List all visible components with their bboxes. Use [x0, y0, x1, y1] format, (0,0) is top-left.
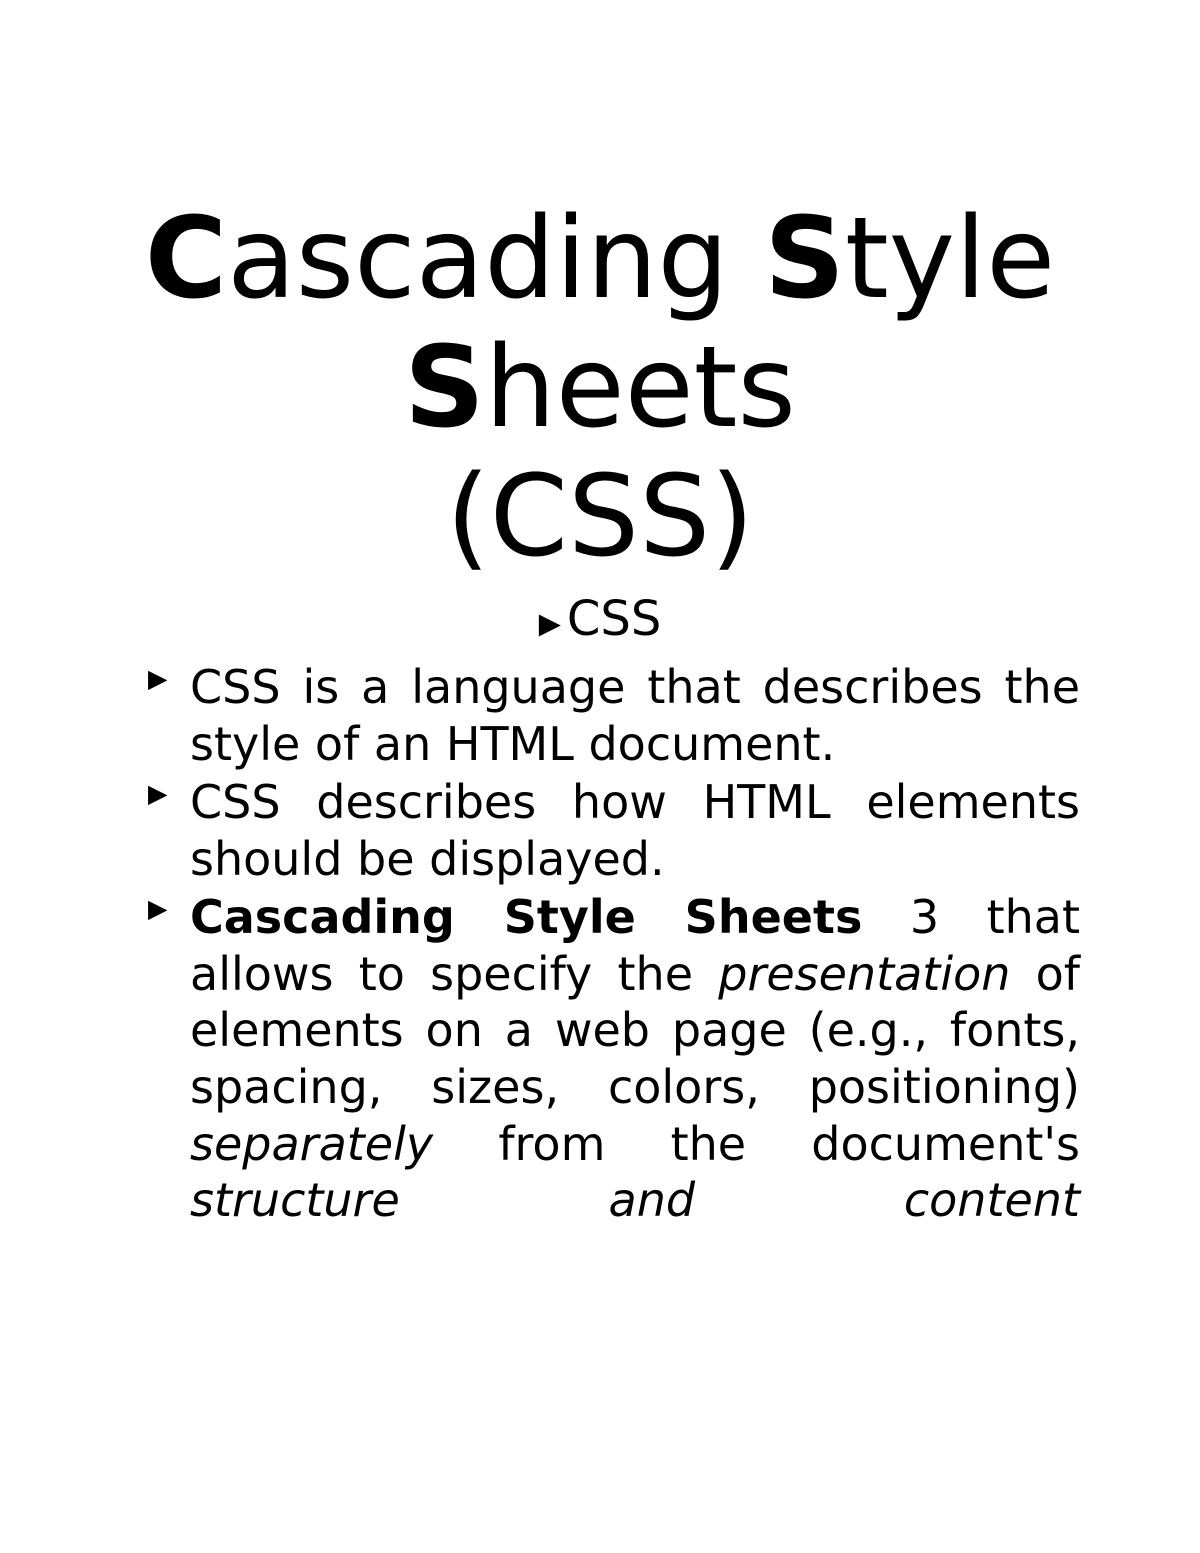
- title-parenthetical: (CSS): [446, 452, 754, 582]
- bullet-italic: structure and content: [190, 1173, 1080, 1227]
- bullet-list: CSS is a language that describes the sty…: [120, 659, 1080, 1285]
- list-item: CSS describes how HTML elements should b…: [148, 774, 1080, 887]
- title-cap-s2: S: [404, 323, 485, 453]
- bullet-italic: separately: [190, 1117, 433, 1171]
- title-part-3: heets: [485, 323, 796, 453]
- triangle-icon: ▶: [539, 606, 561, 641]
- bullet-bold: Cascading Style Sheets: [190, 890, 862, 944]
- title-part-1: ascading: [227, 194, 764, 324]
- subhead-text: CSS: [567, 591, 661, 647]
- bullet-text: from the document's: [433, 1117, 1080, 1171]
- list-item: Cascading Style Sheets 3 that allows to …: [148, 889, 1080, 1285]
- bullet-text: CSS is a language that describes the sty…: [190, 660, 1080, 771]
- bullet-italic: presentation: [718, 947, 1010, 1001]
- bullet-text: CSS describes how HTML elements should b…: [190, 775, 1080, 886]
- title-cap-c: C: [145, 194, 227, 324]
- list-item: CSS is a language that describes the sty…: [148, 659, 1080, 772]
- subhead: ▶CSS: [120, 591, 1080, 649]
- title-part-2: tyle: [845, 194, 1055, 324]
- page-title: Cascading Style Sheets (CSS): [120, 195, 1080, 581]
- title-cap-s1: S: [764, 194, 845, 324]
